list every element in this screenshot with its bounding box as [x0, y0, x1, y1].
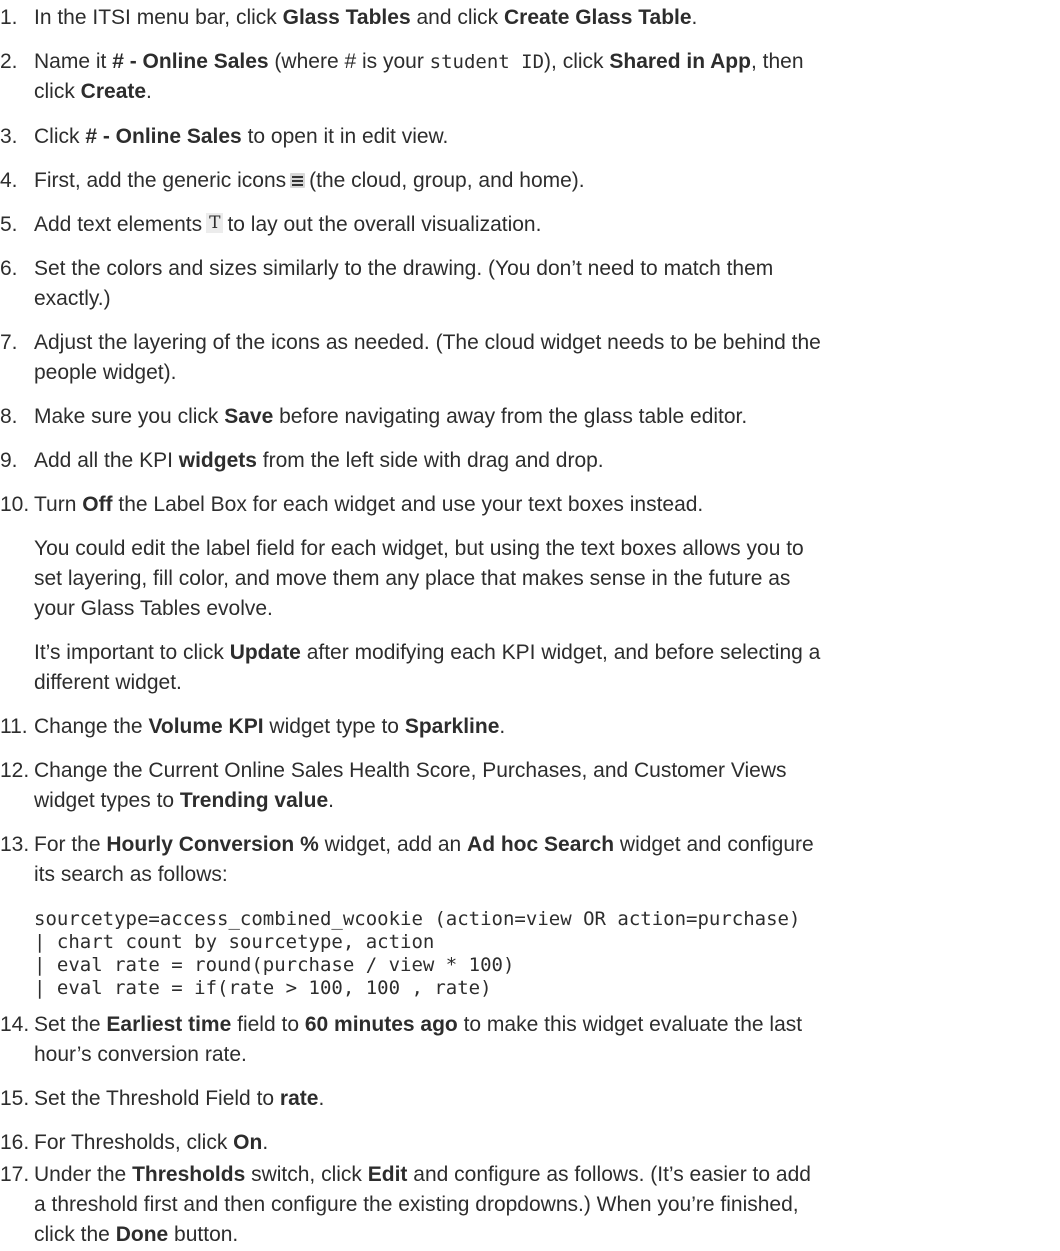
- search-code-block: sourcetype=access_combined_wcookie (acti…: [34, 908, 801, 999]
- step-text: Name it # - Online Sales (where # is you…: [34, 50, 804, 103]
- step-text: Turn Off the Label Box for each widget a…: [34, 493, 704, 516]
- step-text: Add all the KPI widgets from the left si…: [34, 449, 604, 472]
- step-text: For Thresholds, click On.: [34, 1131, 269, 1154]
- step-text: Click # - Online Sales to open it in edi…: [34, 125, 449, 148]
- step-text: Change the Volume KPI widget type to Spa…: [34, 715, 506, 738]
- step-text: Adjust the layering of the icons as need…: [34, 331, 821, 384]
- step-10-note: You could edit the label field for each …: [34, 537, 804, 620]
- step-text: First, add the generic icons (the cloud, …: [34, 169, 585, 192]
- step-text: In the ITSI menu bar, click Glass Tables…: [34, 6, 698, 29]
- text-tool-icon: T: [206, 213, 224, 233]
- step-text: For the Hourly Conversion % widget, add …: [34, 833, 814, 886]
- step-text: Set the Threshold Field to rate.: [34, 1087, 325, 1110]
- step-text: Set the colors and sizes similarly to th…: [34, 257, 774, 310]
- step-text: Under the Thresholds switch, click Edit …: [34, 1163, 811, 1246]
- step-text: Set the Earliest time field to 60 minute…: [34, 1013, 803, 1066]
- step-text: Change the Current Online Sales Health S…: [34, 759, 787, 812]
- step-10-update-note: It’s important to click Update after mod…: [34, 641, 821, 694]
- step-text: Make sure you click Save before navigati…: [34, 405, 748, 428]
- list-icon: [290, 173, 306, 188]
- instructions-document: 1. In the ITSI menu bar, click Glass Tab…: [0, 0, 1060, 1251]
- step-text: Add text elements Tto lay out the overall…: [34, 213, 542, 236]
